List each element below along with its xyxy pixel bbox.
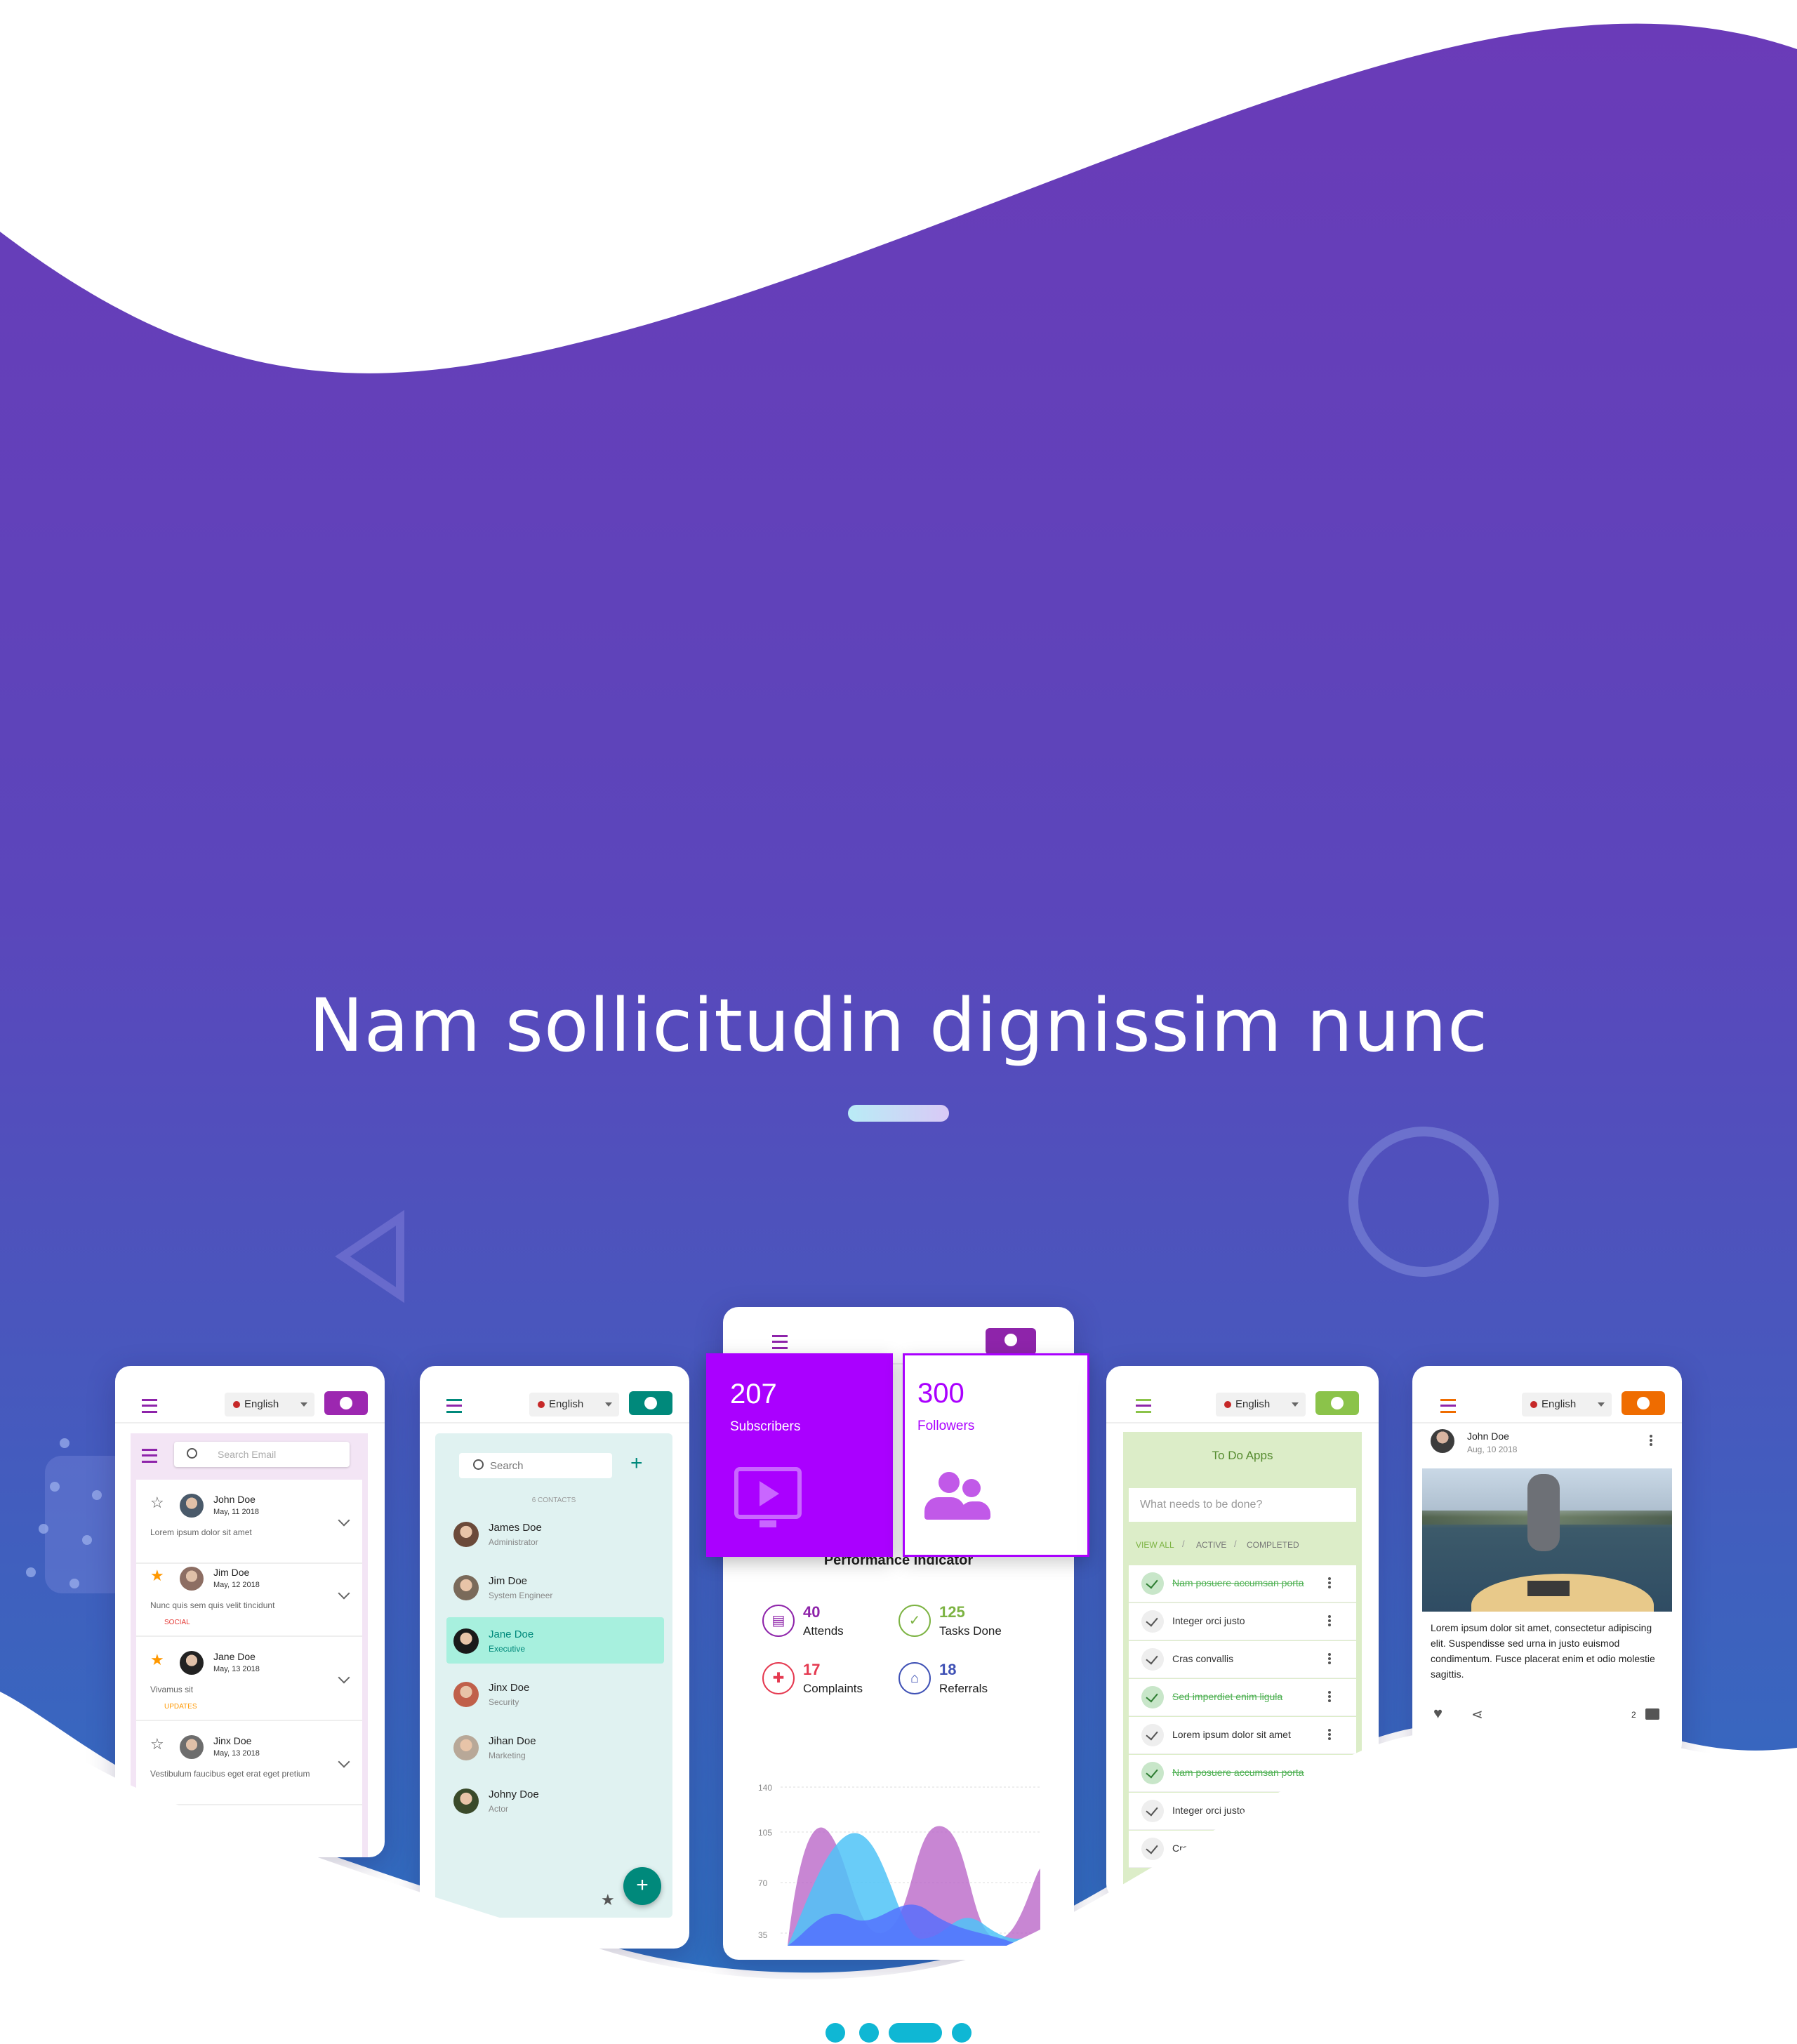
bottom-wave	[0, 1713, 1797, 2044]
pager-dot-active[interactable]	[889, 2023, 942, 2043]
pager-dot[interactable]	[825, 2023, 845, 2043]
pager-dot[interactable]	[859, 2023, 879, 2043]
pager-dot[interactable]	[952, 2023, 972, 2043]
